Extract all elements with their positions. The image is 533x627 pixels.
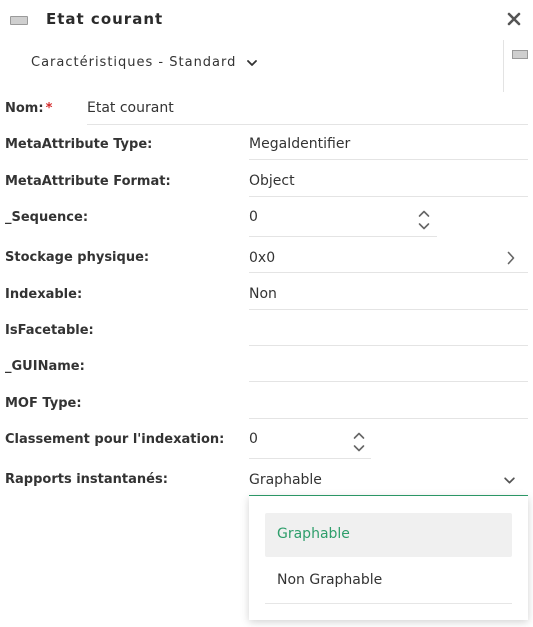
nom-input[interactable]: Etat courant — [87, 100, 528, 125]
classement-label: Classement pour l'indexation: — [5, 432, 225, 447]
scroll-thumb[interactable] — [512, 50, 528, 59]
view-selector[interactable]: Caractéristiques - Standard — [31, 55, 258, 70]
classement-input[interactable]: 0 — [249, 431, 371, 459]
stockage-physique-value: 0x0 — [249, 250, 276, 266]
nom-label-text: Nom: — [5, 101, 44, 116]
stockage-physique-label: Stockage physique: — [5, 250, 150, 265]
close-button[interactable] — [505, 9, 523, 29]
nom-value: Etat courant — [87, 100, 174, 116]
classement-value: 0 — [249, 431, 258, 447]
close-icon — [507, 12, 521, 26]
metaattribute-format-field: Object — [249, 173, 528, 197]
view-selector-label: Caractéristiques - Standard — [31, 55, 237, 70]
panel-title: Etat courant — [46, 10, 164, 28]
dropdown-option-non-graphable[interactable]: Non Graphable — [265, 559, 512, 604]
option-label: Graphable — [277, 526, 350, 542]
rapports-select[interactable]: Graphable — [249, 471, 528, 496]
dropdown-option-graphable[interactable]: Graphable — [265, 513, 512, 557]
sequence-input[interactable]: 0 — [249, 209, 437, 237]
guiname-field[interactable] — [249, 358, 528, 382]
nom-label: Nom: * — [5, 101, 52, 116]
indexable-label: Indexable: — [5, 287, 83, 302]
indexable-field[interactable]: Non — [249, 286, 528, 310]
stockage-physique-field[interactable]: 0x0 — [249, 250, 528, 273]
chevron-right-icon[interactable] — [506, 251, 516, 265]
indexable-value: Non — [249, 286, 277, 302]
rapports-dropdown: Graphable Non Graphable — [249, 496, 528, 620]
spinner-icon[interactable] — [418, 209, 430, 233]
scrollbar[interactable] — [503, 40, 533, 92]
chevron-down-icon — [504, 477, 515, 484]
metaattribute-type-value: MegaIdentifier — [249, 136, 351, 152]
isfacetable-label: IsFacetable: — [5, 323, 94, 338]
sequence-label: _Sequence: — [5, 210, 89, 225]
metaattribute-format-value: Object — [249, 173, 295, 189]
metaattribute-format-label: MetaAttribute Format: — [5, 174, 171, 189]
required-marker: * — [45, 101, 53, 116]
panel-header: Etat courant — [0, 0, 533, 42]
sequence-value: 0 — [249, 209, 258, 225]
mof-type-field[interactable] — [249, 395, 528, 419]
chevron-down-icon — [247, 59, 258, 66]
metaattribute-type-label: MetaAttribute Type: — [5, 137, 153, 152]
rapports-value: Graphable — [249, 472, 322, 488]
guiname-label: _GUIName: — [5, 359, 85, 374]
metaattribute-type-field: MegaIdentifier — [249, 136, 528, 160]
spinner-icon[interactable] — [353, 431, 365, 455]
isfacetable-field[interactable] — [249, 322, 528, 346]
mof-type-label: MOF Type: — [5, 396, 82, 411]
minimize-icon[interactable] — [10, 16, 28, 25]
rapports-label: Rapports instantanés: — [5, 472, 168, 487]
option-label: Non Graphable — [277, 572, 383, 588]
